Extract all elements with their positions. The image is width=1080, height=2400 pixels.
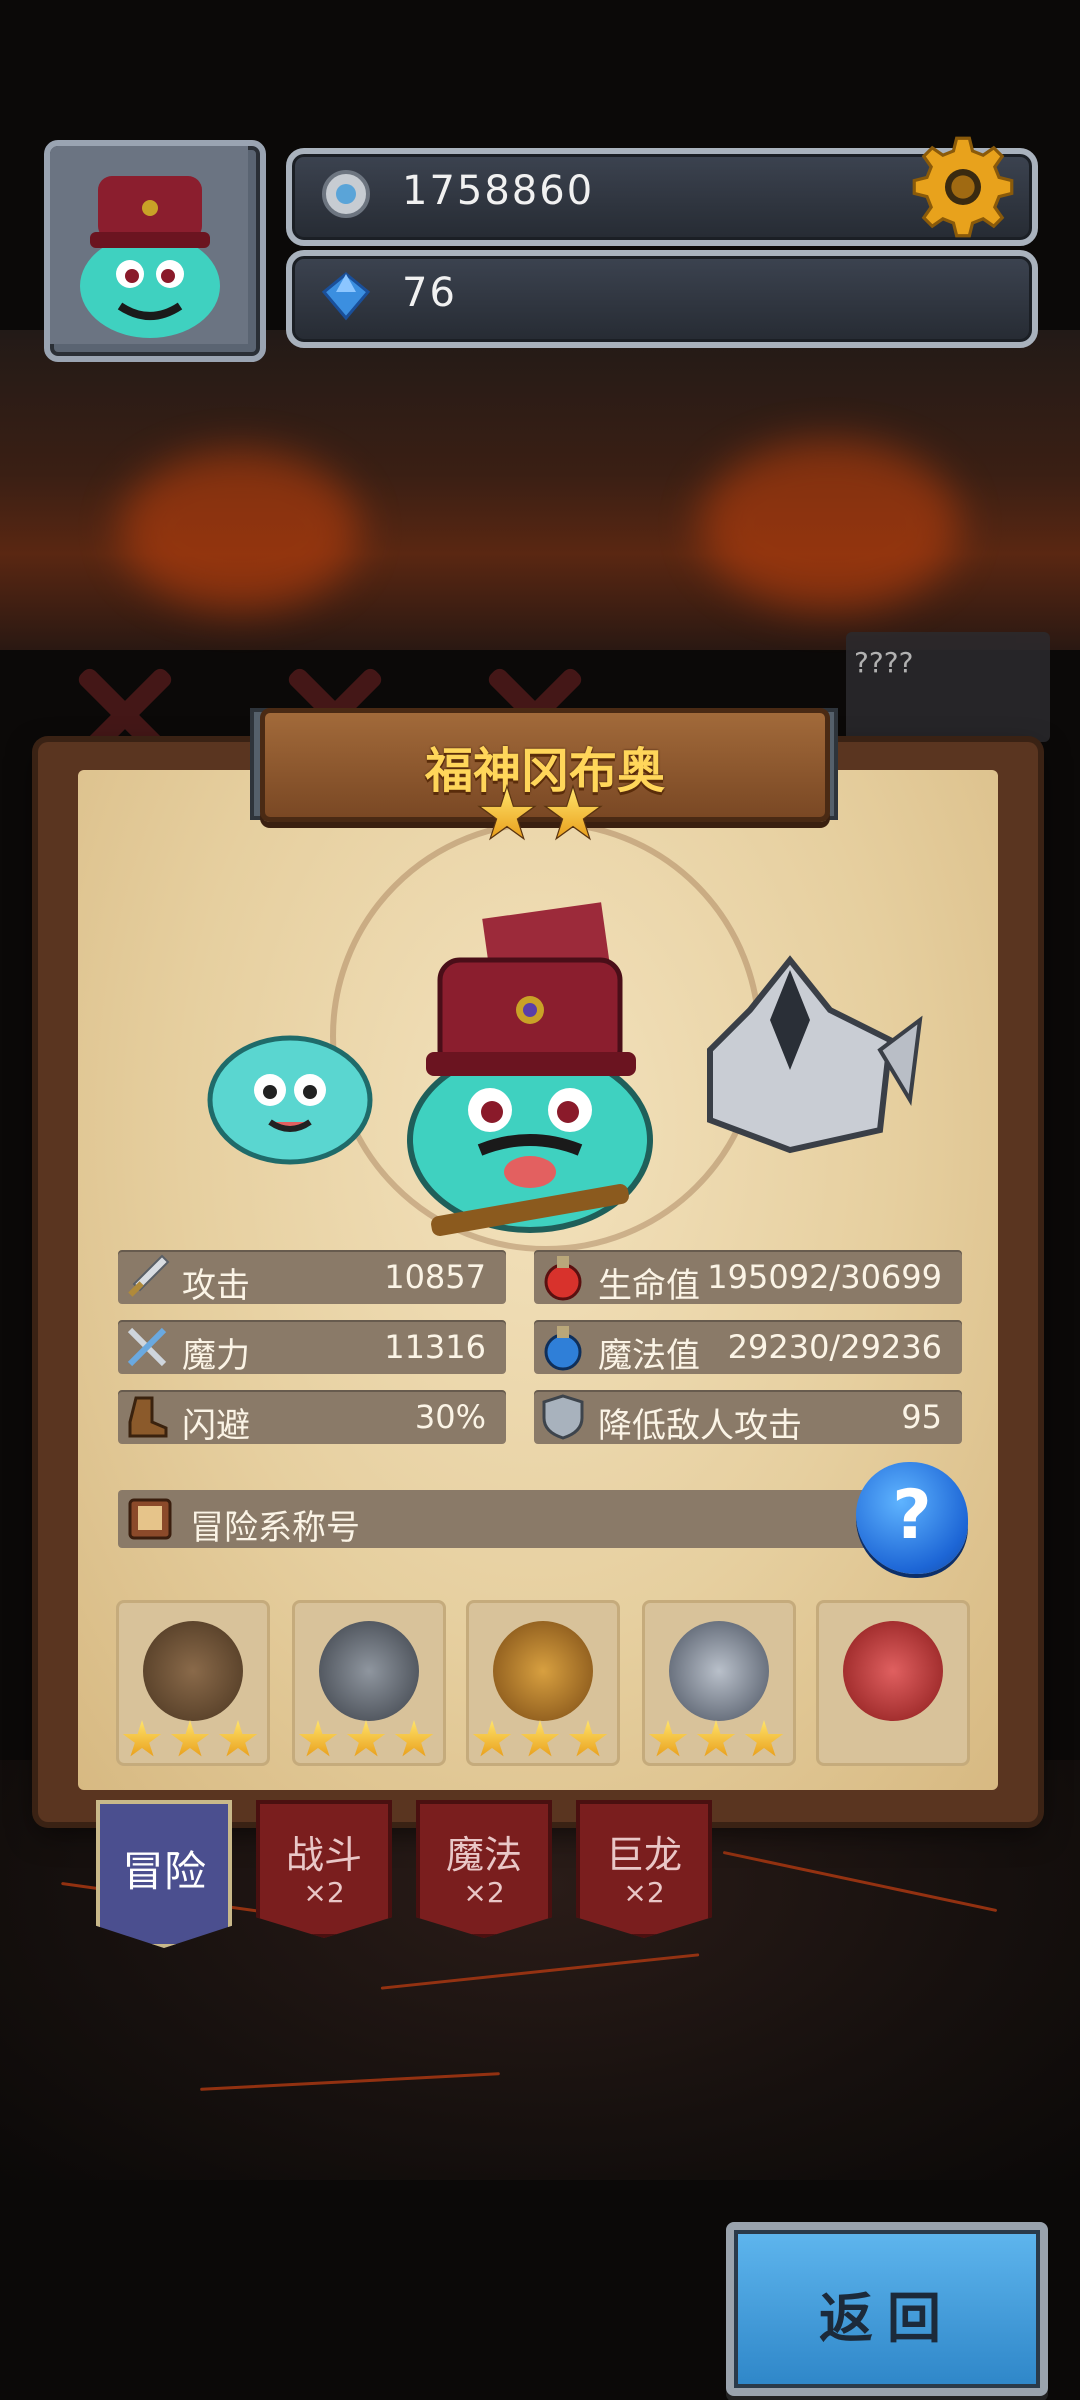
blue-potion-icon: [544, 1326, 582, 1371]
stat-attack: 攻击 10857: [118, 1250, 506, 1306]
pet-slime-icon: [207, 1035, 373, 1165]
hero-gumball-icon: [407, 902, 653, 1236]
anvil-badge-icon: [493, 1621, 593, 1721]
locked-hero-slot[interactable]: ????: [846, 632, 1050, 742]
hero-name-banner: 福神冈布奥: [260, 708, 830, 822]
tab-battle[interactable]: 战斗 ×2: [256, 1800, 392, 1938]
tab-label: 冒险: [121, 1847, 206, 1896]
adventure-title-row: 冒险系称号: [118, 1490, 958, 1548]
hero-name: 福神冈布奥: [424, 743, 665, 799]
tab-adventure[interactable]: 冒险: [96, 1800, 232, 1948]
coin-icon: [322, 170, 370, 218]
telescope-badge-icon: [143, 1621, 243, 1721]
tab-label: 魔法: [445, 1833, 522, 1877]
lava-crack: [200, 2072, 500, 2091]
tab-label: 巨龙: [605, 1833, 682, 1877]
stat-label: 降低敌人攻击: [598, 1406, 802, 1446]
game-scene: ???? 1758860 76 福神冈布奥 攻击 10857 生命值 19509…: [0, 0, 1080, 2400]
stat-value: 95: [901, 1398, 942, 1436]
stat-label: 闪避: [182, 1406, 250, 1446]
player-avatar[interactable]: [44, 140, 266, 362]
lava-crack: [380, 1953, 700, 1990]
tab-magic[interactable]: 魔法 ×2: [416, 1800, 552, 1938]
gem-bar: 76: [286, 250, 1038, 348]
lava-glow: [120, 450, 360, 610]
tab-multiplier: ×2: [623, 1876, 665, 1909]
pickaxe-shield-badge-icon: [319, 1621, 419, 1721]
stat-value: 30%: [414, 1398, 486, 1436]
stat-hp: 生命值 195092/30699: [534, 1250, 962, 1306]
locked-hero-label: ????: [854, 646, 914, 679]
blue-gem-icon: [321, 272, 371, 321]
hero-portrait-icon: [50, 146, 248, 344]
stat-value: 29230/29236: [727, 1328, 942, 1366]
stat-magic-power: 魔力 11316: [118, 1320, 506, 1376]
hero-artwork: [207, 902, 923, 1236]
crossed-weapons-icon: [127, 1327, 167, 1367]
coin-count: 1758860: [402, 168, 595, 214]
lava-glow: [700, 440, 960, 610]
tab-multiplier: ×2: [303, 1876, 345, 1909]
boot-icon: [128, 1396, 168, 1438]
tab-dragon[interactable]: 巨龙 ×2: [576, 1800, 712, 1938]
badge-slot-5[interactable]: [816, 1600, 970, 1766]
crown-laurel-badge-icon: [843, 1621, 943, 1721]
knight-laurel-badge-icon: [669, 1621, 769, 1721]
stat-reduce-attack: 降低敌人攻击 95: [534, 1390, 962, 1446]
stat-value: 11316: [384, 1328, 486, 1366]
adventure-title-label: 冒险系称号: [190, 1508, 360, 1548]
shield-icon: [542, 1394, 584, 1440]
sword-icon: [128, 1254, 170, 1297]
gem-count: 76: [402, 270, 457, 316]
stat-label: 生命值: [598, 1266, 700, 1306]
stat-dodge: 闪避 30%: [118, 1390, 506, 1446]
help-icon: ?: [892, 1476, 932, 1555]
tab-label: 战斗: [285, 1833, 362, 1877]
book-icon: [128, 1498, 172, 1540]
stat-value: 195092/30699: [707, 1258, 942, 1296]
stat-mp: 魔法值 29230/29236: [534, 1320, 962, 1376]
stat-label: 攻击: [182, 1266, 250, 1306]
settings-gear-icon[interactable]: [910, 134, 1016, 240]
dungeon-background: [0, 330, 1080, 650]
lava-crack: [722, 1850, 998, 1913]
back-button-label: 返回: [819, 2287, 955, 2350]
red-potion-icon: [544, 1256, 582, 1301]
stat-label: 魔法值: [598, 1336, 700, 1376]
tab-multiplier: ×2: [463, 1876, 505, 1909]
armor-equipment-icon: [707, 955, 923, 1154]
stat-value: 10857: [384, 1258, 486, 1296]
back-button[interactable]: 返回: [726, 2222, 1048, 2396]
stat-label: 魔力: [182, 1336, 250, 1376]
